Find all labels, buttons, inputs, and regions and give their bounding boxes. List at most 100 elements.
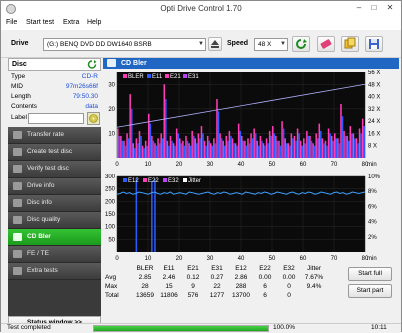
speed-select[interactable]: 48 X ▼ [254,38,288,51]
e11-bar [127,138,130,158]
disc-icon [89,114,98,123]
e11-bar [329,133,331,158]
legend-label: E21 [170,74,181,80]
bler-bar [287,143,290,158]
nav-item-label: FE / TE [27,250,49,257]
refresh-icon[interactable] [87,60,97,69]
stats-header-row: BLER E11 E21 E31 E12 E22 E32 Jitter [103,265,343,274]
legend-swatch [183,74,187,78]
e11-bar [211,145,214,158]
e11-bar [332,140,334,158]
erase-button[interactable] [317,36,335,52]
x-tick-label: 10 [145,162,152,168]
e11-bar [357,143,359,158]
menu-extra[interactable]: Extra [63,19,79,26]
stats-cell: 2.85 [138,274,152,281]
bler-chart: 30 20 10 BLER E11 E21 E31 56 X 48 X 40 X 32 X 24 X 1… [108,70,380,168]
jitter-tick-label: 6% [368,204,377,210]
menu-help[interactable]: Help [87,19,101,26]
fe-te-icon [13,250,22,258]
maximize-icon[interactable]: □ [368,3,380,13]
y-tick-label: 30 [108,82,115,88]
nav-item-transfer-rate[interactable]: Transfer rate [8,127,101,144]
legend-swatch [147,74,151,78]
e11-bar [208,140,210,158]
stats-row: Max 28 15 9 22 288 6 0 9.4% [103,283,343,292]
bler-bar [268,130,271,158]
bler-bar [337,138,339,158]
bler-bar [281,121,283,158]
nav-item-label: CD Bler [27,233,51,240]
cd-bler-icon [13,233,22,241]
e12-bar [154,179,156,252]
nav-item-label: Verify test disc [27,165,69,172]
label-apply-button[interactable] [87,112,100,125]
chart-header: CD Bler [103,58,399,69]
close-icon[interactable]: ✕ [384,3,396,13]
disc-info-row: Length 79:50.30 [8,93,101,103]
e11-bar [341,116,344,158]
nav-item-verify-test-disc[interactable]: Verify test disc [8,161,101,178]
x-tick-label: 30 [207,162,214,168]
e11-bar [344,135,347,158]
save-button[interactable] [365,36,383,52]
nav-item-create-test-disc[interactable]: Create test disc [8,144,101,161]
nav-item-drive-info[interactable]: Drive info [8,178,101,195]
bler-bar [234,143,237,158]
app-window: Opti Drive Control 1.70 – □ ✕ File Start… [0,0,402,333]
e11-bar [199,138,201,158]
bler-bar [175,128,178,158]
e11-bar [251,138,254,158]
e11-bar [220,138,223,158]
disc-info-value: CD-R [81,73,98,80]
bler-bar [141,145,144,158]
e11-bar [183,145,186,158]
copy-icon [344,37,356,49]
bler-bar [120,135,122,158]
y-tick-label: 100 [105,225,116,231]
nav-item-extra-tests[interactable]: Extra tests [8,263,101,280]
x-tick-label: 20 [176,162,183,168]
nav-item-label: Disc quality [27,216,61,223]
cd-bler-panel: CD Bler 30 20 10 BLER E11 E21 E31 56 X 48 X 40 X3… [103,58,400,304]
stats-row-label: Max [105,283,118,290]
drive-select[interactable]: (G:) BENQ DVD DD DW1640 BSRB ▼ [43,38,206,51]
bler-bar [247,138,249,158]
menu-file[interactable]: File [6,19,17,26]
e11-bar [239,130,241,158]
e11-bar [152,140,155,158]
bler-bar [182,140,184,158]
nav-item-disc-quality[interactable]: Disc quality [8,212,101,229]
stats-cell: 1277 [209,292,225,299]
start-full-button[interactable]: Start full [348,267,392,281]
start-part-button[interactable]: Start part [348,284,392,298]
copy-button[interactable] [341,36,359,52]
legend-label: E32 [168,178,179,184]
nav-item-disc-info[interactable]: Disc info [8,195,101,212]
e11-bar [177,133,179,158]
bler-bar [138,130,141,158]
nav-item-fe-te[interactable]: FE / TE [8,246,101,263]
chevron-down-icon: ▼ [198,41,204,47]
eject-button[interactable] [208,37,222,51]
title-bar[interactable]: Opti Drive Control 1.70 – □ ✕ [1,1,401,17]
disc-label-input[interactable] [28,113,84,124]
bler-bar [253,128,255,158]
x-tick-label: 50 [269,162,276,168]
refresh-button[interactable] [292,36,310,52]
x-tick-label: 0 [115,162,119,168]
nav-item-cd-bler[interactable]: CD Bler [8,229,101,246]
jitter-tick-label: 8% [368,189,377,195]
e11-bar [174,145,176,158]
minimize-icon[interactable]: – [353,3,365,13]
speed-tick-label: 56 X [368,70,380,76]
e12-bar [135,178,138,252]
x-tick-label: 0 [115,256,119,262]
disc-info-key: Length [11,93,31,100]
y-tick-label: 50 [108,237,115,243]
e11-bar [285,143,288,158]
menu-start-test[interactable]: Start test [26,19,54,26]
stats-column-header: BLER [136,265,154,272]
stats-row-label: Total [105,292,119,299]
stats-cell: 288 [235,283,247,290]
